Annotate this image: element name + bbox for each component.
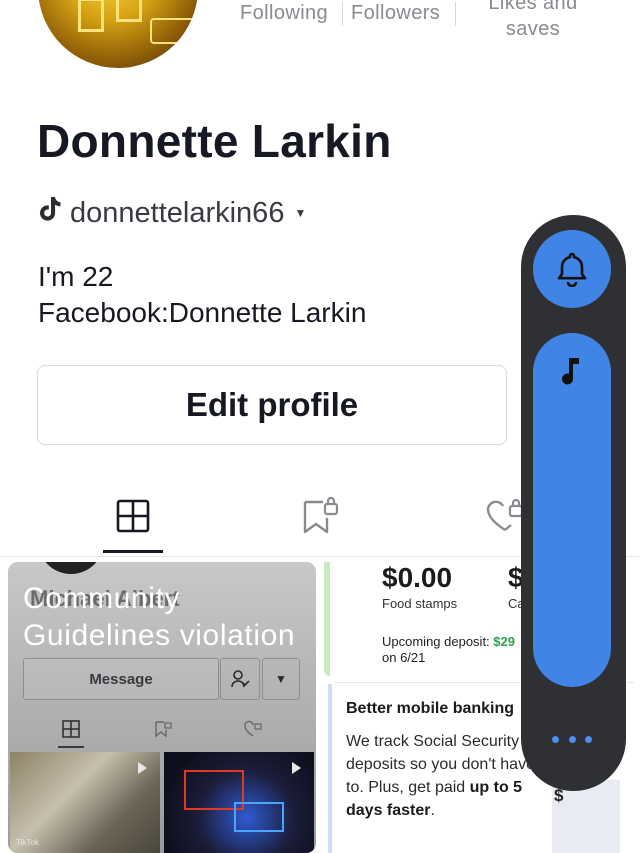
message-button: Message xyxy=(23,658,219,700)
heart-lock-icon xyxy=(485,496,524,536)
promo-body-end: . xyxy=(430,802,435,819)
tiktok-icon xyxy=(38,196,62,230)
watermark: TikTok xyxy=(16,838,39,847)
thumb-decor xyxy=(234,802,284,832)
profile-avatar[interactable] xyxy=(38,0,198,68)
dot xyxy=(552,735,559,743)
tab-videos[interactable] xyxy=(103,490,163,542)
upcoming-date: on 6/21 xyxy=(382,650,426,665)
grid-icon xyxy=(116,499,150,533)
promo-title: Better mobile banking xyxy=(346,700,515,717)
violation-line: Community xyxy=(23,582,181,615)
music-note-icon xyxy=(562,358,579,385)
dot xyxy=(568,735,576,743)
username: donnettelarkin66 xyxy=(70,196,285,229)
upcoming-deposit: Upcoming deposit: $29 on 6/21 xyxy=(382,634,515,666)
profile-bio: I'm 22 Facebook:Donnette Larkin xyxy=(38,259,366,331)
video-thumbnail xyxy=(164,752,314,853)
bookmark-lock-icon xyxy=(303,496,339,534)
user-check-icon xyxy=(220,658,260,700)
more-dots-icon[interactable] xyxy=(552,728,592,750)
avatar-decor xyxy=(78,0,104,32)
upcoming-prefix: Upcoming deposit: xyxy=(382,634,494,649)
tab-saved[interactable] xyxy=(290,490,350,542)
grid-icon xyxy=(62,720,80,743)
bio-line: I'm 22 xyxy=(38,261,114,292)
display-name: Donnette Larkin xyxy=(37,115,392,167)
card-accent xyxy=(324,562,330,676)
followers-label[interactable]: Followers xyxy=(351,2,440,25)
chevron-down-icon: ▼ xyxy=(262,658,300,700)
likes-label-line2: saves xyxy=(505,18,561,40)
video-thumbnail-violation[interactable]: Michael Albert Community Guidelines viol… xyxy=(8,562,316,853)
play-icon xyxy=(292,762,301,774)
bio-line: Facebook:Donnette Larkin xyxy=(38,297,367,328)
selected-tab-indicator xyxy=(58,746,84,748)
chevron-down-icon[interactable]: ▼ xyxy=(294,206,306,220)
likes-saves-label[interactable]: Likes and saves xyxy=(488,0,578,42)
notification-button[interactable] xyxy=(533,230,611,308)
balance-amount: $0.00 xyxy=(382,562,453,593)
following-label[interactable]: Following xyxy=(240,2,328,25)
bookmark-lock-icon xyxy=(154,720,172,743)
selected-tab-indicator xyxy=(103,550,163,553)
promo-illustration: $ xyxy=(552,780,620,853)
violation-overlay-text: Community Guidelines violation xyxy=(23,580,295,654)
food-stamps-label: Food stamps xyxy=(382,596,458,611)
profile-stats: Following Followers Likes and saves xyxy=(232,0,582,40)
heart-lock-icon xyxy=(244,720,262,743)
likes-label-line1: Likes and xyxy=(488,0,578,14)
edit-profile-button[interactable]: Edit profile xyxy=(37,365,507,445)
music-button[interactable] xyxy=(533,333,611,687)
stat-divider xyxy=(342,2,343,26)
promo-body: We track Social Security deposits so you… xyxy=(346,730,546,822)
upcoming-amount: $29 xyxy=(493,634,515,649)
username-row[interactable]: donnettelarkin66 ▼ xyxy=(38,196,306,230)
violation-line: Guidelines violation xyxy=(23,619,296,652)
bell-icon xyxy=(557,252,587,287)
stat-divider xyxy=(455,2,456,26)
dot xyxy=(585,735,592,743)
play-icon xyxy=(138,762,147,774)
avatar-decor xyxy=(116,0,142,22)
avatar-decor xyxy=(150,18,196,44)
